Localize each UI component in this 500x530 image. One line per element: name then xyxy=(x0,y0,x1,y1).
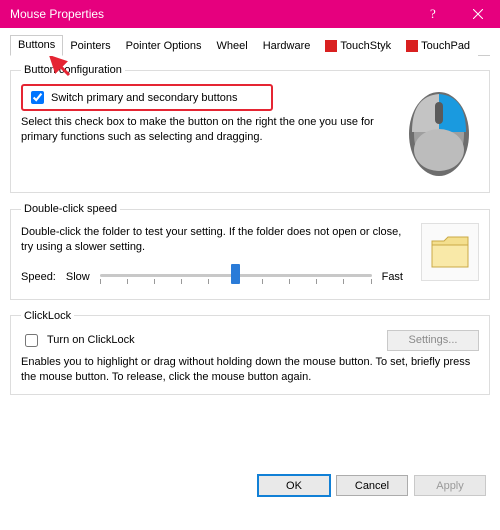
switch-buttons-help: Select this check box to make the button… xyxy=(21,115,389,145)
window-title: Mouse Properties xyxy=(10,7,412,21)
tab-touchstyk[interactable]: TouchStyk xyxy=(317,35,399,56)
tab-wheel[interactable]: Wheel xyxy=(209,35,256,56)
speed-slow-label: Slow xyxy=(66,271,90,283)
cancel-button[interactable]: Cancel xyxy=(336,475,408,496)
button-configuration-group: Button configuration Switch primary and … xyxy=(10,64,490,193)
help-button[interactable]: ? xyxy=(412,0,456,28)
double-click-speed-slider[interactable] xyxy=(100,265,372,289)
synaptics-icon xyxy=(325,40,337,52)
double-click-speed-group: Double-click speed Double-click the fold… xyxy=(10,203,490,300)
tab-strip: Buttons Pointers Pointer Options Wheel H… xyxy=(10,34,490,56)
title-bar: Mouse Properties ? xyxy=(0,0,500,28)
tab-pointer-options[interactable]: Pointer Options xyxy=(118,35,210,56)
tab-label: Pointer Options xyxy=(126,40,202,52)
clicklock-help: Enables you to highlight or drag without… xyxy=(21,355,479,385)
tab-label: TouchStyk xyxy=(340,40,391,52)
tab-hardware[interactable]: Hardware xyxy=(255,35,319,56)
tab-label: TouchPad xyxy=(421,40,470,52)
clicklock-settings-button: Settings... xyxy=(387,330,479,351)
group-legend: Double-click speed xyxy=(21,203,120,215)
close-button[interactable] xyxy=(456,0,500,28)
annotation-highlight: Switch primary and secondary buttons xyxy=(21,84,273,111)
mouse-illustration xyxy=(399,84,479,182)
turn-on-clicklock-checkbox[interactable] xyxy=(25,334,38,347)
switch-buttons-label: Switch primary and secondary buttons xyxy=(51,92,237,104)
group-legend: ClickLock xyxy=(21,310,74,322)
speed-label: Speed: xyxy=(21,271,56,283)
slider-thumb[interactable] xyxy=(231,264,240,284)
tab-label: Pointers xyxy=(70,40,110,52)
tab-label: Buttons xyxy=(18,39,55,51)
switch-buttons-checkbox[interactable] xyxy=(31,91,44,104)
tab-pointers[interactable]: Pointers xyxy=(62,35,118,56)
double-click-help: Double-click the folder to test your set… xyxy=(21,225,403,255)
apply-button: Apply xyxy=(414,475,486,496)
group-legend: Button configuration xyxy=(21,64,125,76)
tab-buttons[interactable]: Buttons xyxy=(10,35,63,56)
double-click-test-folder[interactable] xyxy=(421,223,479,281)
synaptics-icon xyxy=(406,40,418,52)
click-lock-group: ClickLock Turn on ClickLock Settings... … xyxy=(10,310,490,396)
ok-button[interactable]: OK xyxy=(258,475,330,496)
dialog-content: Buttons Pointers Pointer Options Wheel H… xyxy=(0,28,500,415)
turn-on-clicklock-label: Turn on ClickLock xyxy=(47,334,135,346)
dialog-button-row: OK Cancel Apply xyxy=(258,475,486,496)
tab-touchpad[interactable]: TouchPad xyxy=(398,35,478,56)
speed-fast-label: Fast xyxy=(382,271,403,283)
tab-label: Hardware xyxy=(263,40,311,52)
svg-text:?: ? xyxy=(430,7,436,21)
tab-label: Wheel xyxy=(217,40,248,52)
